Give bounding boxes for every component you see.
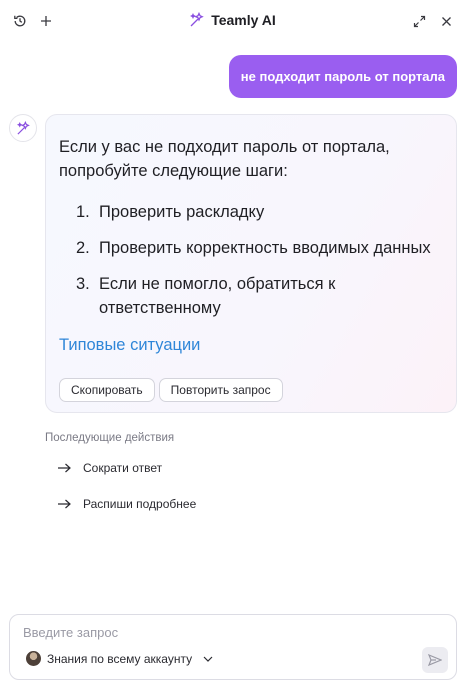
next-actions-title: Последующие действия [45, 432, 175, 444]
list-item: 1. Проверить раскладку [76, 200, 446, 224]
query-input[interactable]: Введите запрос [23, 625, 118, 640]
response-actions: Скопировать Повторить запрос [59, 378, 283, 402]
step-number: 2. [76, 239, 90, 257]
header-title-wrap: Teamly AI [0, 12, 465, 28]
step-number: 3. [76, 275, 90, 293]
scope-label: Знания по всему аккаунту [47, 651, 193, 666]
knowledge-scope-selector[interactable]: Знания по всему аккаунту [26, 651, 213, 666]
send-button[interactable] [422, 647, 448, 673]
send-icon [428, 654, 442, 666]
ai-response-card: Если у вас не подходит пароль от портала… [45, 114, 457, 413]
next-action-expand[interactable]: Распиши подробнее [57, 497, 196, 511]
step-text: Проверить раскладку [99, 203, 265, 221]
next-action-label: Сократи ответ [83, 461, 163, 475]
step-text: Если не помогло, обратиться к ответствен… [99, 275, 336, 317]
list-item: 3. Если не помогло, обратиться к ответст… [76, 272, 446, 320]
user-message-bubble: не подходит пароль от портала [228, 55, 457, 98]
arrow-right-icon [58, 463, 71, 473]
expand-button[interactable] [409, 11, 429, 31]
sparkle-wand-icon [16, 120, 30, 135]
ai-avatar [9, 114, 37, 142]
next-action-shorten[interactable]: Сократи ответ [57, 461, 162, 475]
step-text: Проверить корректность вводимых данных [99, 239, 431, 257]
close-button[interactable] [436, 11, 456, 31]
step-number: 1. [76, 203, 90, 221]
ai-response-intro: Если у вас не подходит пароль от портала… [59, 138, 390, 180]
next-action-label: Распиши подробнее [83, 497, 197, 511]
copy-button[interactable]: Скопировать [59, 378, 155, 402]
header: Teamly AI [0, 0, 465, 44]
steps-list: 1. Проверить раскладку 2. Проверить корр… [76, 200, 446, 332]
list-item: 2. Проверить корректность вводимых данны… [76, 236, 446, 260]
chevron-down-icon [203, 656, 213, 662]
close-icon [441, 16, 451, 26]
composer: Введите запрос Знания по всему аккаунту [9, 614, 457, 680]
arrow-right-icon [58, 499, 71, 509]
avatar [26, 651, 41, 666]
expand-icon [413, 15, 425, 27]
typical-situations-link[interactable]: Типовые ситуации [59, 336, 200, 355]
retry-button[interactable]: Повторить запрос [158, 378, 283, 402]
app-title: Teamly AI [211, 12, 276, 28]
sparkle-wand-icon [190, 12, 204, 27]
